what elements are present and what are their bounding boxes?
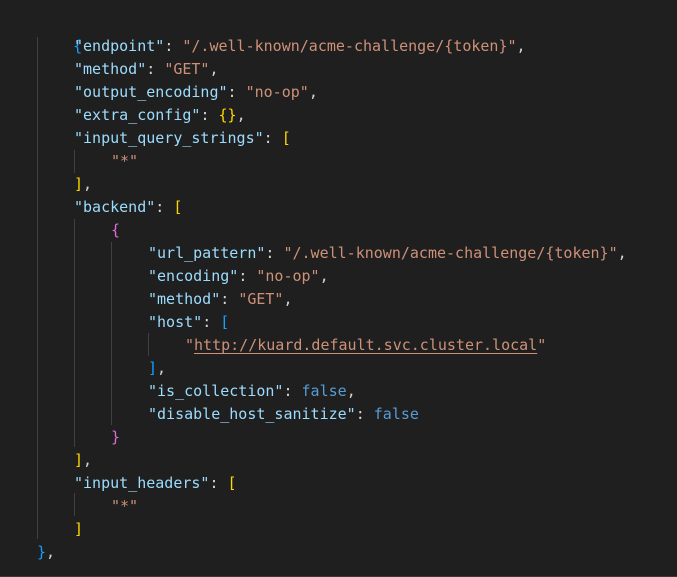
close-bracket: ] <box>148 359 158 377</box>
json-string: "*" <box>111 152 139 170</box>
open-bracket: [ <box>173 198 183 216</box>
close-brace: } <box>111 428 121 446</box>
json-key: "output_encoding" <box>74 83 228 101</box>
code-line-disable-host-sanitize: "disable_host_sanitize": false <box>148 405 419 423</box>
code-line-extra-config: "extra_config": {}, <box>74 106 246 124</box>
code-line-host: "host": [ <box>148 313 230 331</box>
code-line-host-url: "http://kuard.default.svc.cluster.local" <box>185 336 547 354</box>
code-line: } <box>111 426 120 449</box>
code-line-endpoint: "endpoint": "/.well-known/acme-challenge… <box>74 37 526 55</box>
json-string: "no-op" <box>245 83 309 101</box>
json-key: "endpoint" <box>74 37 165 55</box>
indent-guide <box>74 150 75 173</box>
open-bracket: [ <box>227 474 237 492</box>
indent-guide <box>37 37 38 539</box>
open-brace: { <box>111 221 121 239</box>
json-key: "encoding" <box>148 267 239 285</box>
code-line-input-query-strings: "input_query_strings": [ <box>74 129 291 147</box>
json-string: "/.well-known/acme-challenge/{token}" <box>283 244 618 262</box>
code-line: }, <box>37 543 56 561</box>
empty-object: {} <box>218 106 237 124</box>
indent-guide <box>111 242 112 425</box>
code-line: ] <box>74 518 83 541</box>
close-brace: } <box>37 543 47 561</box>
code-line-input-headers: "input_headers": [ <box>74 474 237 492</box>
close-bracket: ] <box>74 520 84 538</box>
code-line: { <box>111 219 120 242</box>
code-line: ], <box>74 175 93 193</box>
json-key: "host" <box>148 313 203 331</box>
json-string: "GET" <box>164 60 210 78</box>
code-line-url-pattern: "url_pattern": "/.well-known/acme-challe… <box>148 244 627 262</box>
json-string: "/.well-known/acme-challenge/{token}" <box>182 37 517 55</box>
open-bracket: [ <box>281 129 291 147</box>
code-line-method: "method": "GET", <box>74 60 219 78</box>
json-key: "extra_config" <box>74 106 201 124</box>
code-line-header-item: "*" <box>111 495 138 518</box>
json-key: "url_pattern" <box>148 244 266 262</box>
indent-guide <box>74 493 75 516</box>
open-bracket: [ <box>220 313 230 331</box>
code-line-backend-method: "method": "GET", <box>148 290 293 308</box>
code-line-backend: "backend": [ <box>74 198 183 216</box>
json-key: "is_collection" <box>148 382 284 400</box>
code-line-output-encoding: "output_encoding": "no-op", <box>74 83 318 101</box>
code-line: ], <box>148 359 167 377</box>
close-bracket: ] <box>74 175 84 193</box>
code-line-encoding: "encoding": "no-op", <box>148 267 329 285</box>
json-key: "disable_host_sanitize" <box>148 405 356 423</box>
host-url-link[interactable]: http://kuard.default.svc.cluster.local <box>194 336 537 354</box>
json-key: "input_headers" <box>74 474 210 492</box>
code-line-query-item: "*" <box>111 150 138 173</box>
json-key: "method" <box>74 60 147 78</box>
close-bracket: ] <box>74 451 84 469</box>
json-string: "*" <box>111 497 139 515</box>
code-line: ], <box>74 451 93 469</box>
json-key: "backend" <box>74 198 156 216</box>
indent-guide <box>148 333 149 356</box>
json-key: "input_query_strings" <box>74 129 264 147</box>
json-boolean: false <box>301 382 347 400</box>
code-line-is-collection: "is_collection": false, <box>148 382 356 400</box>
json-key: "method" <box>148 290 221 308</box>
indent-guide <box>74 219 75 447</box>
json-string: "GET" <box>238 290 284 308</box>
code-line: { <box>37 12 82 55</box>
json-boolean: false <box>373 405 419 423</box>
json-string: "no-op" <box>256 267 320 285</box>
code-editor[interactable]: { "endpoint": "/.well-known/acme-challen… <box>0 0 677 577</box>
